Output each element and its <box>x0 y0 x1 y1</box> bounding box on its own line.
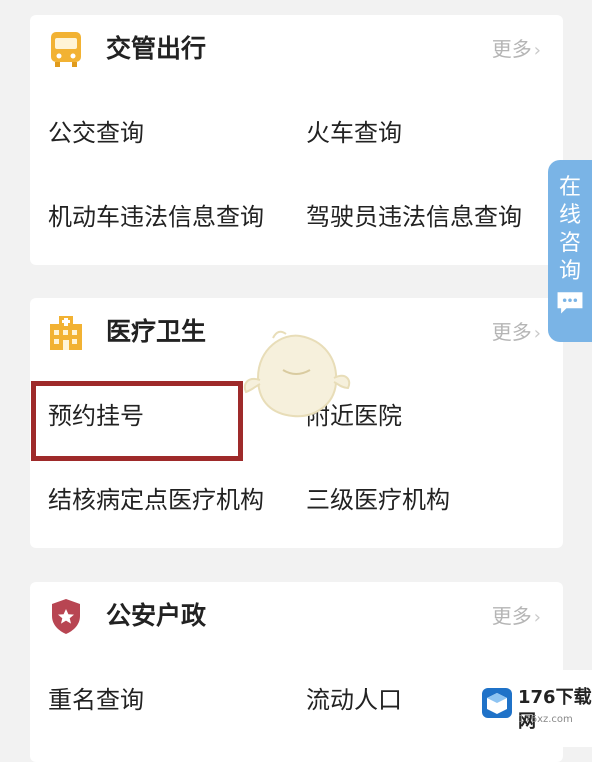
service-item[interactable]: 公交查询 <box>48 113 144 153</box>
section-traffic: 交管出行 更多 › 公交查询 火车查询 机动车违法信息查询 驾驶员违法信息查询 <box>30 15 563 265</box>
service-item[interactable]: 重名查询 <box>48 680 144 720</box>
mascot-icon <box>243 330 351 418</box>
service-item[interactable]: 结核病定点医疗机构 <box>48 480 264 520</box>
page: { "sections": [ { "title": "交管出行", "more… <box>0 0 592 762</box>
chat-bubble-icon <box>557 292 583 314</box>
service-item[interactable]: 驾驶员违法信息查询 <box>306 197 522 237</box>
chevron-right-icon: › <box>533 40 541 61</box>
section-title: 医疗卫生 <box>106 317 207 346</box>
watermark: 176下载网 176xz.com <box>472 670 592 747</box>
hospital-icon <box>50 316 82 350</box>
more-link[interactable]: 更多 › <box>492 29 541 71</box>
online-consult-tab[interactable]: 在线咨询 <box>548 160 592 342</box>
service-item[interactable]: 三级医疗机构 <box>306 480 450 520</box>
online-consult-label: 在线咨询 <box>558 175 581 284</box>
chevron-right-icon: › <box>533 323 541 344</box>
more-label: 更多 <box>491 604 532 628</box>
cube-logo-icon <box>482 688 512 718</box>
more-link[interactable]: 更多 › <box>492 312 541 354</box>
watermark-text: 176下载网 <box>518 687 592 732</box>
bus-icon <box>51 32 81 67</box>
more-label: 更多 <box>491 320 532 344</box>
more-label: 更多 <box>491 37 532 61</box>
highlight-box <box>31 381 243 461</box>
section-title: 公安户政 <box>106 601 207 630</box>
police-badge-icon <box>52 599 80 634</box>
section-title: 交管出行 <box>106 34 207 63</box>
service-item[interactable]: 流动人口 <box>306 680 402 720</box>
service-item[interactable]: 火车查询 <box>306 113 402 153</box>
more-link[interactable]: 更多 › <box>492 596 541 638</box>
chevron-right-icon: › <box>533 607 541 628</box>
section-header: 公安户政 更多 › <box>30 582 563 648</box>
section-header: 交管出行 更多 › <box>30 15 563 81</box>
service-item[interactable]: 机动车违法信息查询 <box>48 197 264 237</box>
watermark-url: 176xz.com <box>518 714 573 725</box>
